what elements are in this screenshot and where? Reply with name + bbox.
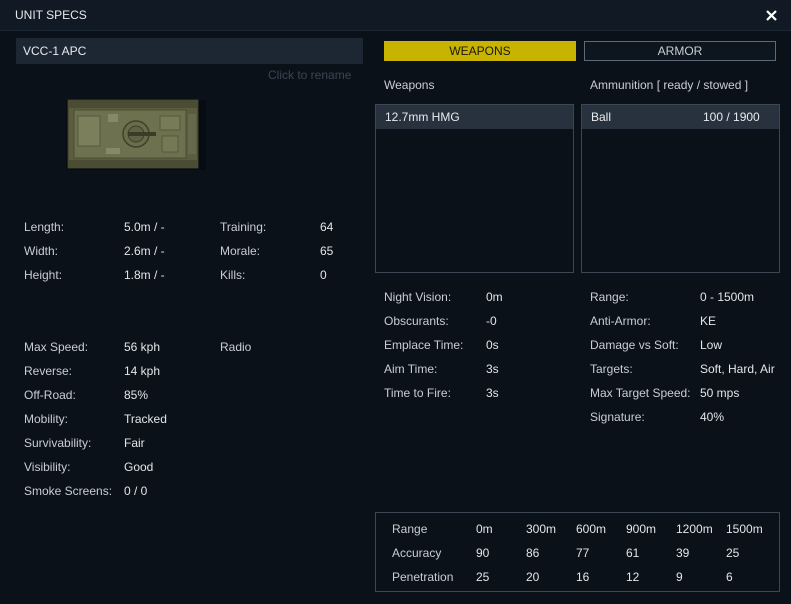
reverse-label: Reverse:	[24, 364, 73, 378]
length-label: Length:	[24, 220, 65, 234]
rename-hint: Click to rename	[268, 68, 352, 82]
width-value: 2.6m / -	[124, 244, 165, 258]
title-bar: UNIT SPECS	[0, 0, 791, 31]
length-value: 5.0m / -	[124, 220, 165, 234]
damage-soft-label: Damage vs Soft:	[590, 338, 679, 352]
mobility-label: Mobility:	[24, 412, 69, 426]
unit-name-field[interactable]: VCC-1 APC	[16, 38, 363, 64]
max-target-speed-value: 50 mps	[700, 386, 740, 400]
range-header-cell: 900m	[626, 522, 657, 536]
anti-armor-label: Anti-Armor:	[590, 314, 651, 328]
penetration-cell: 12	[626, 570, 640, 584]
max-speed-value: 56 kph	[124, 340, 161, 354]
anti-armor-value: KE	[700, 314, 717, 328]
ammo-row[interactable]: Ball 100 / 1900	[582, 105, 779, 129]
penetration-cell: 16	[576, 570, 590, 584]
max-speed-label: Max Speed:	[24, 340, 89, 354]
training-value: 64	[320, 220, 334, 234]
time-to-fire-value: 3s	[486, 386, 499, 400]
time-to-fire-label: Time to Fire:	[384, 386, 451, 400]
survivability-value: Fair	[124, 436, 145, 450]
ammunition-list[interactable]: Ball 100 / 1900	[581, 104, 780, 273]
close-icon	[766, 10, 777, 21]
range-header-cell: 1200m	[676, 522, 713, 536]
visibility-value: Good	[124, 460, 154, 474]
signature-value: 40%	[700, 410, 725, 424]
accuracy-cell: 90	[476, 546, 490, 560]
accuracy-cell: 86	[526, 546, 540, 560]
kills-label: Kills:	[220, 268, 246, 282]
emplace-time-label: Emplace Time:	[384, 338, 464, 352]
tab-weapons[interactable]: WEAPONS	[384, 41, 576, 61]
offroad-value: 85%	[124, 388, 149, 402]
weapons-header: Weapons	[384, 78, 435, 92]
penetration-row-label: Penetration	[392, 570, 454, 584]
offroad-label: Off-Road:	[24, 388, 76, 402]
reverse-value: 14 kph	[124, 364, 161, 378]
accuracy-cell: 61	[626, 546, 640, 560]
accuracy-cell: 25	[726, 546, 740, 560]
penetration-cell: 20	[526, 570, 540, 584]
weapons-list[interactable]: 12.7mm HMG	[375, 104, 574, 273]
visibility-label: Visibility:	[24, 460, 71, 474]
kills-value: 0	[320, 268, 327, 282]
weapon-row[interactable]: 12.7mm HMG	[376, 105, 573, 129]
accuracy-row-label: Accuracy	[392, 546, 442, 560]
aim-time-value: 3s	[486, 362, 499, 376]
morale-label: Morale:	[220, 244, 261, 258]
height-label: Height:	[24, 268, 63, 282]
penetration-cell: 25	[476, 570, 490, 584]
radio-label: Radio	[220, 340, 252, 354]
range-value: 0 - 1500m	[700, 290, 755, 304]
range-label: Range:	[590, 290, 629, 304]
tab-armor[interactable]: ARMOR	[584, 41, 776, 61]
mobility-value: Tracked	[124, 412, 167, 426]
accuracy-cell: 77	[576, 546, 590, 560]
obscurants-value: -0	[486, 314, 497, 328]
accuracy-cell: 39	[676, 546, 690, 560]
range-header-cell: 600m	[576, 522, 607, 536]
smoke-label: Smoke Screens:	[24, 484, 113, 498]
damage-soft-value: Low	[700, 338, 723, 352]
close-button[interactable]	[763, 5, 781, 25]
targets-value: Soft, Hard, Air	[700, 362, 775, 376]
width-label: Width:	[24, 244, 59, 258]
survivability-label: Survivability:	[24, 436, 92, 450]
training-label: Training:	[220, 220, 267, 234]
night-vision-label: Night Vision:	[384, 290, 452, 304]
smoke-value: 0 / 0	[124, 484, 148, 498]
max-target-speed-label: Max Target Speed:	[590, 386, 691, 400]
night-vision-value: 0m	[486, 290, 503, 304]
range-header-cell: 300m	[526, 522, 557, 536]
morale-value: 65	[320, 244, 334, 258]
range-header-label: Range	[392, 522, 428, 536]
weapon-name: 12.7mm HMG	[385, 110, 460, 124]
aim-time-label: Aim Time:	[384, 362, 438, 376]
obscurants-label: Obscurants:	[384, 314, 449, 328]
signature-label: Signature:	[590, 410, 645, 424]
ammo-name: Ball	[591, 110, 612, 124]
range-header-cell: 0m	[476, 522, 493, 536]
window-title: UNIT SPECS	[15, 8, 87, 22]
penetration-cell: 9	[676, 570, 683, 584]
height-value: 1.8m / -	[124, 268, 165, 282]
penetration-cell: 6	[726, 570, 733, 584]
ammo-count: 100 / 1900	[703, 110, 760, 124]
range-header-cell: 1500m	[726, 522, 763, 536]
emplace-time-value: 0s	[486, 338, 499, 352]
targets-label: Targets:	[590, 362, 633, 376]
ammunition-header: Ammunition [ ready / stowed ]	[590, 78, 749, 92]
vehicle-image	[62, 96, 212, 177]
